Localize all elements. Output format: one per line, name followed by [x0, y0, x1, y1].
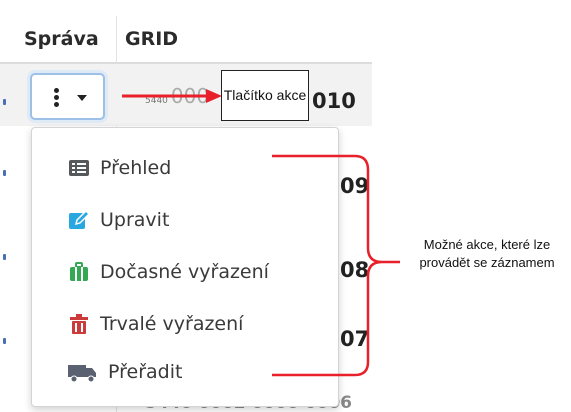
bracket [272, 154, 383, 377]
arrow-head [206, 89, 222, 103]
actions-note: Možné akce, které lze provádět se záznam… [419, 237, 555, 270]
button-callout: Tlačítko akce [221, 70, 309, 121]
annotation-overlay [122, 89, 400, 377]
